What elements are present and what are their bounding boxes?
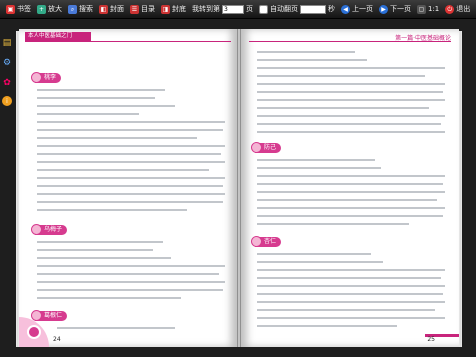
actual-size-button[interactable]: ▢ 1:1 <box>417 4 439 14</box>
next-page-button[interactable]: ▶ 下一页 <box>379 4 411 14</box>
autoflip[interactable]: 自动翻页 秒 <box>259 4 335 14</box>
autoflip-seconds-input[interactable] <box>300 4 326 14</box>
share-icon[interactable]: ✿ <box>0 76 14 90</box>
contents-button[interactable]: ☰ 目录 <box>130 4 155 14</box>
arrow-left-icon: ◀ <box>341 4 350 14</box>
thumbnail-icon[interactable]: ▤ <box>0 36 14 50</box>
section-title: 桃李 <box>30 72 62 83</box>
right-page[interactable]: 第一篇·中医基础概论 防己 杏仁 25 <box>241 29 459 347</box>
bookmark-icon: ▣ <box>6 4 15 14</box>
back-cover-icon: ◧ <box>99 4 108 14</box>
search-button[interactable]: ⌕ 搜索 <box>68 4 93 14</box>
arrow-right-icon: ▶ <box>379 4 388 14</box>
prev-page-button[interactable]: ◀ 上一页 <box>341 4 373 14</box>
page-number: 24 <box>53 336 61 343</box>
exit-button[interactable]: ⏻ 退出 <box>445 4 470 14</box>
header-rule <box>25 41 231 42</box>
back-cover-button[interactable]: ◧ 封面 <box>99 4 124 14</box>
page-edge-right <box>459 31 462 347</box>
front-cover-button[interactable]: ◨ 封底 <box>161 4 186 14</box>
section-title: 杏仁 <box>250 236 282 247</box>
exit-icon: ⏻ <box>445 4 455 14</box>
left-page-header: 本人中医基础之门 <box>25 32 91 41</box>
corner-decoration-dot <box>27 325 41 339</box>
zoom-in-icon: + <box>37 4 46 14</box>
settings-icon[interactable]: ⚙ <box>0 56 14 70</box>
goto-page-input[interactable]: 3 <box>222 4 244 14</box>
checkbox-icon[interactable] <box>259 4 268 14</box>
actual-size-icon: ▢ <box>417 4 426 14</box>
page-number: 25 <box>427 336 435 343</box>
toolbar: ▣ 书签 + 放大 ⌕ 搜索 ◧ 封面 ☰ 目录 ◨ 封底 我转到第 3 页 自动翻页 秒 … <box>0 0 476 19</box>
bookmark-button[interactable]: ▣ 书签 <box>6 4 31 14</box>
contents-icon: ☰ <box>130 4 139 14</box>
header-rule <box>249 41 451 42</box>
front-cover-icon: ◨ <box>161 4 170 14</box>
info-icon[interactable]: i <box>2 96 12 106</box>
search-icon: ⌕ <box>68 4 77 14</box>
goto-page: 我转到第 3 页 <box>192 4 253 14</box>
book: 本人中医基础之门 桃李 乌梅子 葛根仁 24 第一篇·中医基础概论 防己 杏仁 … <box>16 29 462 347</box>
section-title: 葛根仁 <box>30 310 68 321</box>
section-title: 防己 <box>250 142 282 153</box>
left-page[interactable]: 本人中医基础之门 桃李 乌梅子 葛根仁 24 <box>19 29 237 347</box>
section-title: 乌梅子 <box>30 224 68 235</box>
zoom-in-button[interactable]: + 放大 <box>37 4 62 14</box>
